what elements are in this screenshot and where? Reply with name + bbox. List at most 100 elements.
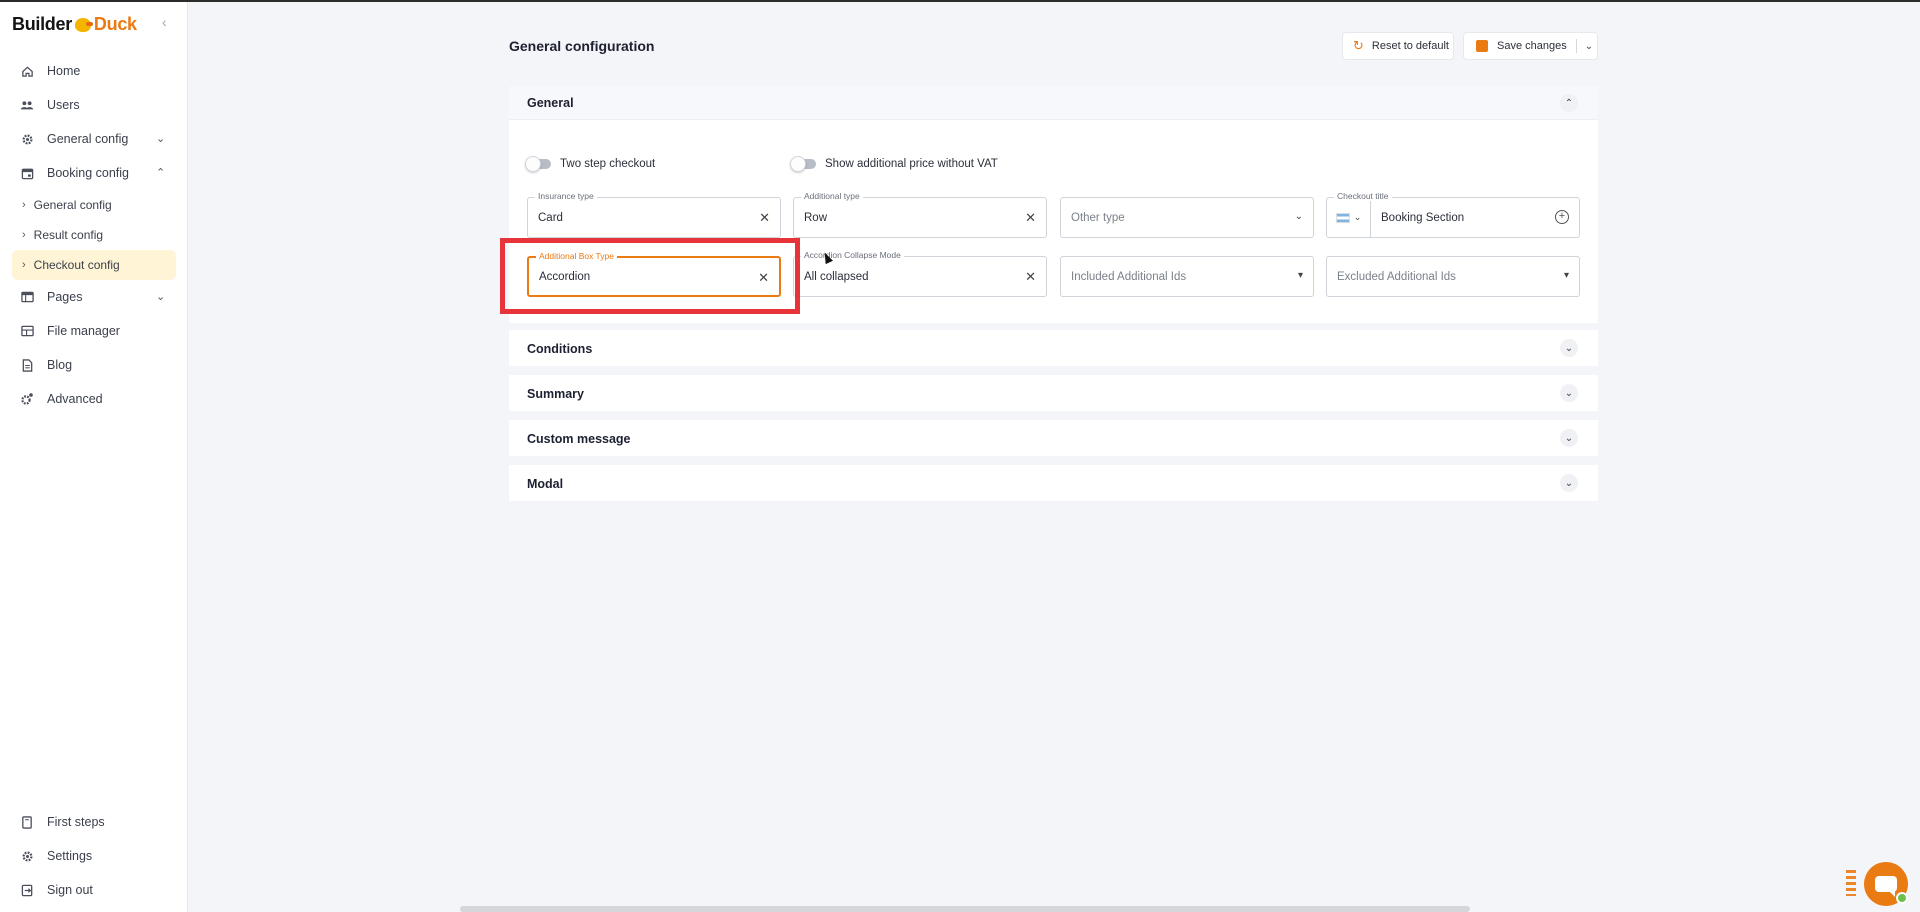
additional-type-select[interactable]: Additional type Row ✕ — [793, 191, 1047, 238]
sidebar-item-home[interactable]: Home — [0, 54, 188, 88]
sidebar-item-label: Users — [47, 98, 80, 112]
show-additional-price-toggle[interactable]: Show additional price without VAT — [790, 156, 998, 172]
chevron-down-icon: ▾ — [1297, 270, 1303, 281]
sidebar: Builder Duck ‹ Home Users General config… — [0, 2, 188, 912]
sidebar-item-label: Home — [47, 64, 81, 78]
sign-out-icon — [20, 883, 34, 897]
chevron-up-icon[interactable]: ⌃ — [1560, 94, 1578, 112]
language-flag-selector[interactable]: ⌄ — [1327, 198, 1371, 237]
sidebar-item-label: Pages — [47, 290, 83, 304]
sidebar-item-label: Settings — [47, 849, 93, 863]
toggle-track[interactable] — [525, 156, 551, 172]
section-title: Custom message — [527, 432, 631, 446]
brand-logo[interactable]: Builder Duck — [12, 10, 137, 38]
sidebar-item-label: File manager — [47, 324, 120, 338]
field-value: All collapsed — [804, 270, 869, 283]
chevron-down-icon[interactable]: ⌄ — [1560, 474, 1578, 492]
close-icon[interactable]: ✕ — [1025, 269, 1036, 285]
sidebar-subitem-label: Checkout config — [33, 258, 120, 272]
sidebar-subitem-checkout-config[interactable]: › Checkout config — [12, 250, 176, 280]
chevron-left-icon[interactable]: ‹ — [162, 14, 167, 30]
divider — [1575, 39, 1577, 53]
summary-section[interactable]: Summary ⌄ — [509, 375, 1598, 411]
toggle-label: Two step checkout — [560, 158, 656, 170]
save-changes-button[interactable]: Save changes ⌄ — [1463, 32, 1598, 60]
close-icon[interactable]: ✕ — [759, 210, 770, 226]
accordion-collapse-mode-select[interactable]: Accordion Collapse Mode All collapsed ✕ — [793, 250, 1047, 297]
general-panel-header[interactable] — [509, 86, 1598, 120]
duck-logo-icon — [73, 14, 93, 34]
two-step-checkout-toggle[interactable]: Two step checkout — [525, 156, 656, 172]
calendar-icon — [20, 166, 34, 180]
sidebar-item-blog[interactable]: Blog — [0, 348, 188, 382]
checkout-title-field[interactable]: Checkout title ⌄ Booking Section + — [1326, 191, 1580, 238]
other-type-select[interactable]: Other type ⌄ — [1060, 197, 1314, 238]
add-circle-icon[interactable]: + — [1555, 210, 1569, 224]
gear-icon — [20, 132, 34, 146]
brand-name-part2: Duck — [93, 13, 137, 34]
flag-icon — [1335, 212, 1350, 223]
window-top-border — [0, 0, 1920, 2]
excluded-additional-ids-select[interactable]: Excluded Additional Ids ▾ — [1326, 256, 1580, 297]
field-placeholder: Other type — [1071, 211, 1125, 224]
toggle-label: Show additional price without VAT — [825, 158, 998, 170]
general-panel-title: General — [527, 96, 574, 110]
insurance-type-select[interactable]: Insurance type Card ✕ — [527, 191, 781, 238]
page-title: General configuration — [509, 38, 655, 54]
field-value: Row — [804, 211, 828, 224]
sidebar-subitem-label: General config — [33, 198, 112, 212]
chevron-down-icon[interactable]: ⌄ — [1560, 429, 1578, 447]
sidebar-item-label: First steps — [47, 815, 105, 829]
sidebar-item-general-config[interactable]: General config ⌄ — [0, 122, 188, 156]
sidebar-item-label: Sign out — [47, 883, 93, 897]
sidebar-item-file-manager[interactable]: File manager — [0, 314, 188, 348]
chevron-up-icon: ⌃ — [156, 167, 166, 179]
sidebar-item-label: General config — [47, 132, 129, 146]
chevron-down-icon[interactable]: ⌄ — [1560, 339, 1578, 357]
sidebar-item-settings[interactable]: Settings — [0, 839, 188, 873]
sidebar-item-pages[interactable]: Pages ⌄ — [0, 280, 188, 314]
sidebar-item-first-steps[interactable]: First steps — [0, 805, 188, 839]
included-additional-ids-select[interactable]: Included Additional Ids ▾ — [1060, 256, 1314, 297]
home-icon — [20, 64, 34, 78]
horizontal-scrollbar[interactable] — [460, 906, 1470, 912]
modal-section[interactable]: Modal ⌄ — [509, 465, 1598, 501]
annotation-highlight-box — [500, 238, 800, 314]
sidebar-subitem-label: Result config — [33, 228, 104, 242]
reset-icon: ↻ — [1353, 38, 1364, 53]
sidebar-item-label: Advanced — [47, 392, 103, 406]
close-icon[interactable]: ✕ — [1025, 210, 1036, 226]
chevron-down-icon: ⌄ — [1294, 211, 1303, 222]
field-placeholder: Excluded Additional Ids — [1337, 270, 1456, 283]
field-label: Insurance type — [535, 191, 597, 201]
table-icon — [20, 290, 34, 304]
drag-handle-icon[interactable] — [1846, 870, 1856, 896]
chevron-down-icon[interactable]: ⌄ — [1585, 41, 1593, 52]
reset-label: Reset to default — [1371, 40, 1449, 52]
reset-to-default-button[interactable]: ↻ Reset to default — [1342, 32, 1454, 60]
chevron-down-icon[interactable]: ⌄ — [1560, 384, 1578, 402]
chevron-right-icon: › — [22, 229, 26, 241]
sidebar-item-booking-config[interactable]: Booking config ⌃ — [0, 156, 188, 190]
brand-name-part1: Builder — [12, 13, 72, 34]
chevron-down-icon: ⌄ — [156, 133, 166, 145]
save-label: Save changes — [1497, 40, 1567, 52]
sidebar-item-advanced[interactable]: Advanced — [0, 382, 188, 416]
toggle-knob — [790, 156, 806, 172]
field-label: Accordion Collapse Mode — [801, 250, 904, 260]
custom-message-section[interactable]: Custom message ⌄ — [509, 420, 1598, 456]
gear-icon — [20, 849, 34, 863]
sidebar-item-sign-out[interactable]: Sign out — [0, 873, 188, 907]
sidebar-subitem-general-config[interactable]: › General config — [0, 190, 188, 220]
sidebar-subitem-result-config[interactable]: › Result config — [0, 220, 188, 250]
toggle-track[interactable] — [790, 156, 816, 172]
save-icon — [1476, 40, 1488, 52]
sidebar-nav: Home Users General config ⌄ Booking conf… — [0, 54, 188, 416]
book-icon — [20, 815, 34, 829]
conditions-section[interactable]: Conditions ⌄ — [509, 330, 1598, 366]
online-status-dot — [1896, 892, 1908, 904]
sidebar-item-label: Booking config — [47, 166, 130, 180]
field-label: Checkout title — [1334, 191, 1392, 201]
folder-icon — [20, 324, 34, 338]
sidebar-item-users[interactable]: Users — [0, 88, 188, 122]
